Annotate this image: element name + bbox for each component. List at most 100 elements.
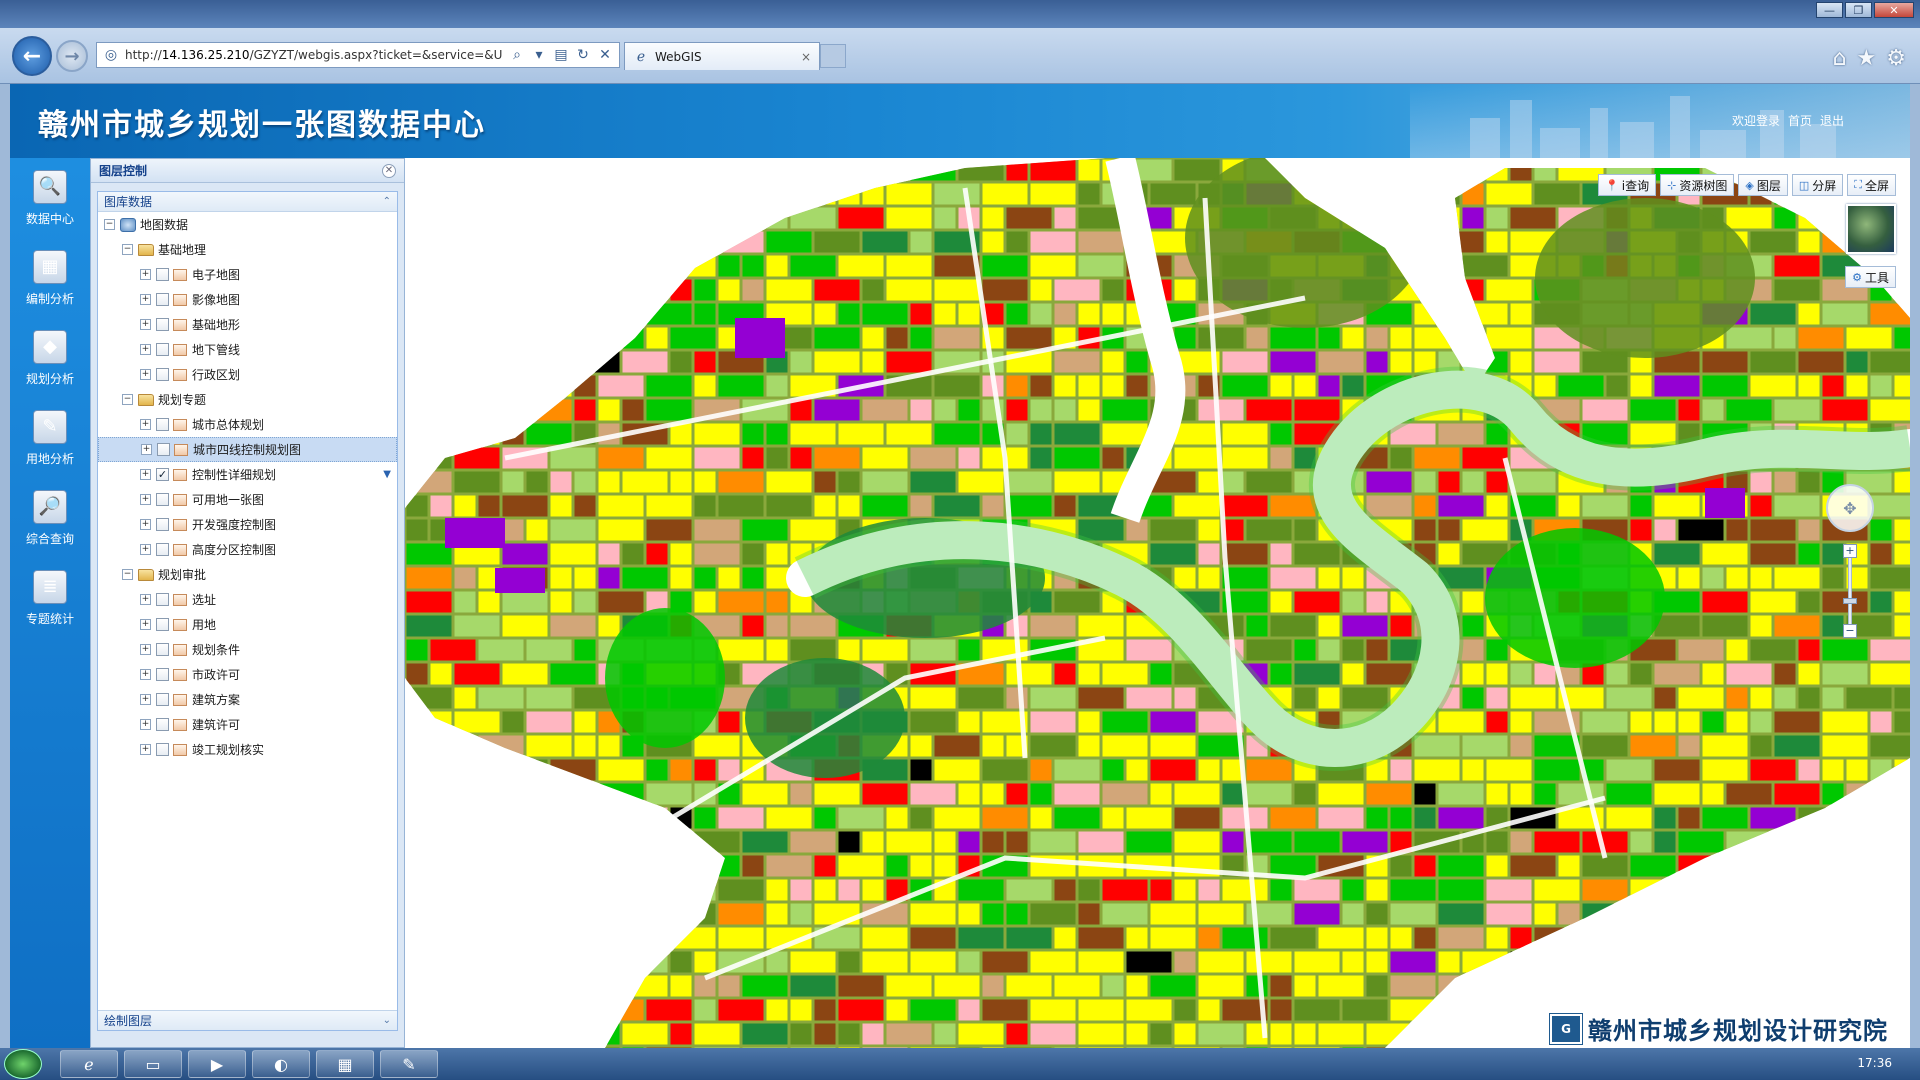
- layer-checkbox[interactable]: [156, 743, 169, 756]
- tree-layer-item[interactable]: + 城市四线控制规划图: [98, 437, 397, 462]
- sidebar-item-2[interactable]: ◆ 规划分析: [10, 318, 90, 398]
- taskbar-ie-icon[interactable]: ℯ: [60, 1050, 118, 1078]
- zoom-slider[interactable]: + −: [1843, 544, 1857, 638]
- expand-icon[interactable]: +: [140, 744, 151, 755]
- tree-layer-item[interactable]: + 地下管线: [98, 337, 397, 362]
- url-text[interactable]: http://14.136.25.210/GZYZT/webgis.aspx?t…: [125, 48, 503, 62]
- tree-layer-item[interactable]: + 竣工规划核实: [98, 737, 397, 762]
- expand-icon[interactable]: +: [140, 419, 151, 430]
- split-screen-button[interactable]: ◫ 分屏: [1791, 174, 1844, 196]
- tools-button[interactable]: ⚙ 工具: [1845, 266, 1896, 288]
- tree-layer-item[interactable]: + 电子地图: [98, 262, 397, 287]
- tree-layer-item[interactable]: + 建筑许可: [98, 712, 397, 737]
- layer-checkbox[interactable]: [156, 368, 169, 381]
- search-icon[interactable]: ⌕: [509, 47, 525, 63]
- collapse-icon[interactable]: −: [104, 219, 115, 230]
- taskbar-app-icon[interactable]: ◐: [252, 1050, 310, 1078]
- forward-button[interactable]: →: [56, 40, 88, 72]
- sidebar-item-5[interactable]: ≣ 专题统计: [10, 558, 90, 638]
- basemap-switch-thumbnail[interactable]: [1846, 204, 1896, 254]
- tree-layer-item[interactable]: + 用地: [98, 612, 397, 637]
- expand-icon[interactable]: +: [140, 294, 151, 305]
- expand-icon[interactable]: +: [140, 619, 151, 630]
- expand-icon[interactable]: +: [140, 694, 151, 705]
- tree-group-0[interactable]: − 基础地理: [98, 237, 397, 262]
- layer-checkbox[interactable]: [156, 293, 169, 306]
- layer-checkbox[interactable]: [156, 518, 169, 531]
- layer-checkbox[interactable]: [156, 618, 169, 631]
- zoom-track[interactable]: [1843, 558, 1857, 624]
- tree-layer-item[interactable]: + 可用地一张图: [98, 487, 397, 512]
- tree-layer-item[interactable]: + 规划条件: [98, 637, 397, 662]
- layer-checkbox[interactable]: [157, 443, 170, 456]
- expand-icon[interactable]: +: [140, 719, 151, 730]
- home-link[interactable]: 首页: [1788, 112, 1812, 129]
- expand-icon[interactable]: +: [140, 344, 151, 355]
- section-library-data[interactable]: 图库数据 ⌃: [98, 192, 397, 212]
- map-view[interactable]: 📍 i查询 ⊹ 资源树图 ◈ 图层 ◫ 分屏 ⛶ 全屏 ⚙ 工具 ✥ + − G 赣州市城乡…: [405, 158, 1910, 1048]
- taskbar-paint-icon[interactable]: ✎: [380, 1050, 438, 1078]
- taskbar-explorer-icon[interactable]: ▭: [124, 1050, 182, 1078]
- tree-node-root[interactable]: − 地图数据: [98, 212, 397, 237]
- section-draw-layers[interactable]: 绘制图层 ⌄: [98, 1010, 397, 1030]
- layer-checkbox[interactable]: [156, 643, 169, 656]
- tree-layer-item[interactable]: + ✓ 控制性详细规划 ▼: [98, 462, 397, 487]
- dropdown-arrow-icon[interactable]: ▾: [531, 47, 547, 63]
- layer-checkbox[interactable]: [156, 668, 169, 681]
- start-button[interactable]: [4, 1049, 42, 1079]
- expand-icon[interactable]: +: [140, 594, 151, 605]
- expand-icon[interactable]: +: [140, 644, 151, 655]
- home-icon[interactable]: ⌂: [1833, 46, 1847, 71]
- tab-close-button[interactable]: ×: [801, 50, 811, 64]
- layer-options-icon[interactable]: ▼: [383, 469, 391, 480]
- zoom-out-button[interactable]: −: [1843, 624, 1857, 638]
- sidebar-item-1[interactable]: ▦ 编制分析: [10, 238, 90, 318]
- sidebar-item-3[interactable]: ✎ 用地分析: [10, 398, 90, 478]
- refresh-icon[interactable]: ↻: [575, 47, 591, 63]
- minimize-button[interactable]: —: [1816, 2, 1843, 18]
- layer-checkbox[interactable]: [156, 343, 169, 356]
- back-button[interactable]: ←: [12, 36, 52, 76]
- new-tab-button[interactable]: [820, 44, 846, 68]
- layer-checkbox[interactable]: [156, 418, 169, 431]
- layer-checkbox[interactable]: ✓: [156, 468, 169, 481]
- expand-icon[interactable]: +: [140, 519, 151, 530]
- collapse-icon[interactable]: −: [122, 244, 133, 255]
- taskbar-film-icon[interactable]: ▦: [316, 1050, 374, 1078]
- pan-control[interactable]: ✥: [1826, 484, 1874, 532]
- layer-checkbox[interactable]: [156, 268, 169, 281]
- collapse-icon[interactable]: −: [122, 569, 133, 580]
- expand-icon[interactable]: +: [140, 494, 151, 505]
- tree-layer-item[interactable]: + 高度分区控制图: [98, 537, 397, 562]
- expand-icon[interactable]: +: [140, 319, 151, 330]
- close-window-button[interactable]: ✕: [1874, 2, 1914, 18]
- tree-layer-item[interactable]: + 影像地图: [98, 287, 397, 312]
- maximize-button[interactable]: ❐: [1845, 2, 1872, 18]
- tree-layer-item[interactable]: + 建筑方案: [98, 687, 397, 712]
- fullscreen-button[interactable]: ⛶ 全屏: [1847, 174, 1896, 196]
- layers-button[interactable]: ◈ 图层: [1738, 174, 1788, 196]
- logout-link[interactable]: 退出: [1820, 112, 1844, 129]
- tree-layer-item[interactable]: + 行政区划: [98, 362, 397, 387]
- address-bar[interactable]: ◎ http://14.136.25.210/GZYZT/webgis.aspx…: [96, 42, 620, 68]
- layer-checkbox[interactable]: [156, 718, 169, 731]
- stop-icon[interactable]: ✕: [597, 47, 613, 63]
- tree-layer-item[interactable]: + 基础地形: [98, 312, 397, 337]
- welcome-login-link[interactable]: 欢迎登录: [1732, 112, 1780, 129]
- layer-checkbox[interactable]: [156, 593, 169, 606]
- expand-icon[interactable]: +: [141, 444, 152, 455]
- tree-group-1[interactable]: − 规划专题: [98, 387, 397, 412]
- chevron-up-icon[interactable]: ⌃: [383, 196, 391, 207]
- layer-checkbox[interactable]: [156, 318, 169, 331]
- expand-icon[interactable]: +: [140, 669, 151, 680]
- expand-icon[interactable]: +: [140, 269, 151, 280]
- layer-checkbox[interactable]: [156, 493, 169, 506]
- tree-group-2[interactable]: − 规划审批: [98, 562, 397, 587]
- tree-layer-item[interactable]: + 市政许可: [98, 662, 397, 687]
- collapse-icon[interactable]: −: [122, 394, 133, 405]
- expand-icon[interactable]: +: [140, 469, 151, 480]
- sidebar-item-4[interactable]: 🔎 综合查询: [10, 478, 90, 558]
- taskbar-media-icon[interactable]: ▶: [188, 1050, 246, 1078]
- resource-tree-button[interactable]: ⊹ 资源树图: [1660, 174, 1735, 196]
- landuse-map[interactable]: [405, 158, 1910, 1048]
